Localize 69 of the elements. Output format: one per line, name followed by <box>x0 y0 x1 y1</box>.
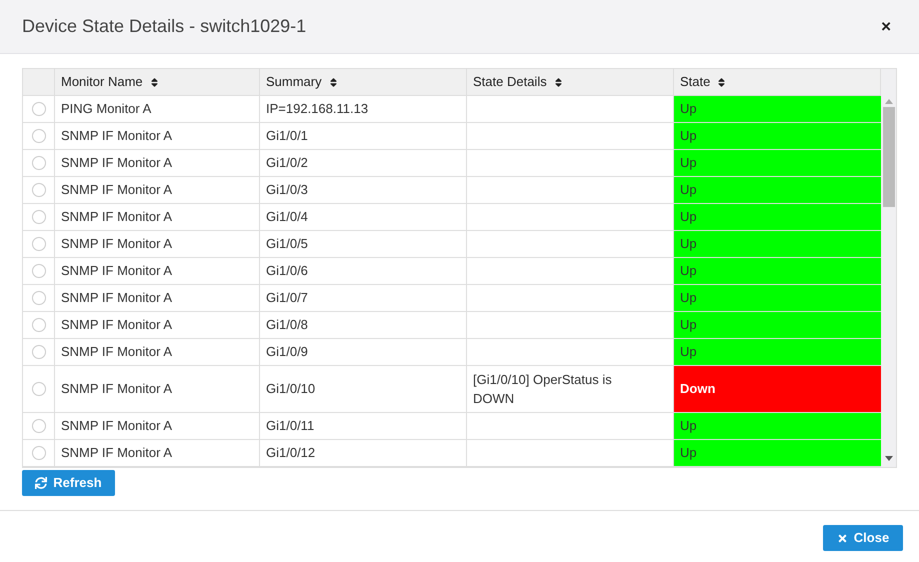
row-radio[interactable] <box>32 210 46 224</box>
table-cell: SNMP IF Monitor A <box>55 204 260 230</box>
state-cell: Up <box>674 204 881 230</box>
column-header[interactable]: State Details <box>467 69 674 95</box>
table-cell: SNMP IF Monitor A <box>55 231 260 257</box>
scrollbar-thumb[interactable] <box>882 107 894 207</box>
table-cell: IP=192.168.11.13 <box>260 96 467 122</box>
state-cell: Up <box>674 177 881 203</box>
row-radio[interactable] <box>32 382 46 396</box>
scrollbar[interactable] <box>881 69 896 467</box>
row-radio[interactable] <box>32 183 46 197</box>
table-cell: SNMP IF Monitor A <box>55 285 260 311</box>
row-radio[interactable] <box>32 419 46 433</box>
table-cell: SNMP IF Monitor A <box>55 413 260 439</box>
row-radio[interactable] <box>32 156 46 170</box>
table-cell: SNMP IF Monitor A <box>55 123 260 149</box>
table-cell: SNMP IF Monitor A <box>55 366 260 412</box>
column-header[interactable]: Monitor Name <box>55 69 260 95</box>
state-cell: Up <box>674 258 881 284</box>
sort-icon <box>716 76 728 88</box>
dialog-title: Device State Details - switch1029-1 <box>22 15 306 38</box>
sort-icon <box>148 76 160 88</box>
table-cell: Gi1/0/8 <box>260 312 467 338</box>
table-cell: SNMP IF Monitor A <box>55 339 260 365</box>
table-cell: Gi1/0/4 <box>260 204 467 230</box>
state-cell: Up <box>674 96 881 122</box>
sort-icon <box>328 76 339 88</box>
table-cell-text: [Gi1/0/10] OperStatus is DOWN <box>473 371 613 408</box>
table-cell: Gi1/0/10 <box>260 366 467 412</box>
refresh-icon <box>35 477 48 489</box>
table-cell: SNMP IF Monitor A <box>55 312 260 338</box>
state-cell: Down <box>674 366 881 412</box>
table-cell: Gi1/0/11 <box>260 413 467 439</box>
table-cell: Gi1/0/6 <box>260 258 467 284</box>
table-cell: Gi1/0/3 <box>260 177 467 203</box>
row-radio[interactable] <box>32 102 46 116</box>
state-cell: Up <box>674 312 881 338</box>
refresh-button[interactable]: Refresh <box>22 470 115 496</box>
state-cell: Up <box>674 413 881 439</box>
table-cell: Gi1/0/5 <box>260 231 467 257</box>
state-cell: Up <box>674 440 881 466</box>
scroll-up-icon[interactable] <box>884 99 892 104</box>
state-cell: Up <box>674 123 881 149</box>
table-cell: SNMP IF Monitor A <box>55 177 260 203</box>
close-icon <box>836 532 848 544</box>
row-radio[interactable] <box>32 318 46 332</box>
state-cell: Up <box>674 339 881 365</box>
table-cell: SNMP IF Monitor A <box>55 258 260 284</box>
row-radio[interactable] <box>32 264 46 278</box>
close-button[interactable]: Close <box>823 525 903 551</box>
table-cell: SNMP IF Monitor A <box>55 150 260 176</box>
row-radio[interactable] <box>32 237 46 251</box>
sort-icon <box>552 76 564 88</box>
state-cell: Up <box>674 150 881 176</box>
state-cell: Up <box>674 285 881 311</box>
table-cell: Gi1/0/7 <box>260 285 467 311</box>
table-cell: Gi1/0/2 <box>260 150 467 176</box>
table-cell: PING Monitor A <box>55 96 260 122</box>
table-cell: Gi1/0/1 <box>260 123 467 149</box>
table-cell: SNMP IF Monitor A <box>55 440 260 466</box>
row-radio[interactable] <box>32 129 46 143</box>
scroll-down-icon[interactable] <box>884 456 892 461</box>
row-radio[interactable] <box>32 446 46 460</box>
table-cell: Gi1/0/12 <box>260 440 467 466</box>
column-header[interactable]: Summary <box>260 69 467 95</box>
row-radio[interactable] <box>32 345 46 359</box>
row-radio[interactable] <box>32 291 46 305</box>
table-cell: Gi1/0/9 <box>260 339 467 365</box>
state-cell: Up <box>674 231 881 257</box>
